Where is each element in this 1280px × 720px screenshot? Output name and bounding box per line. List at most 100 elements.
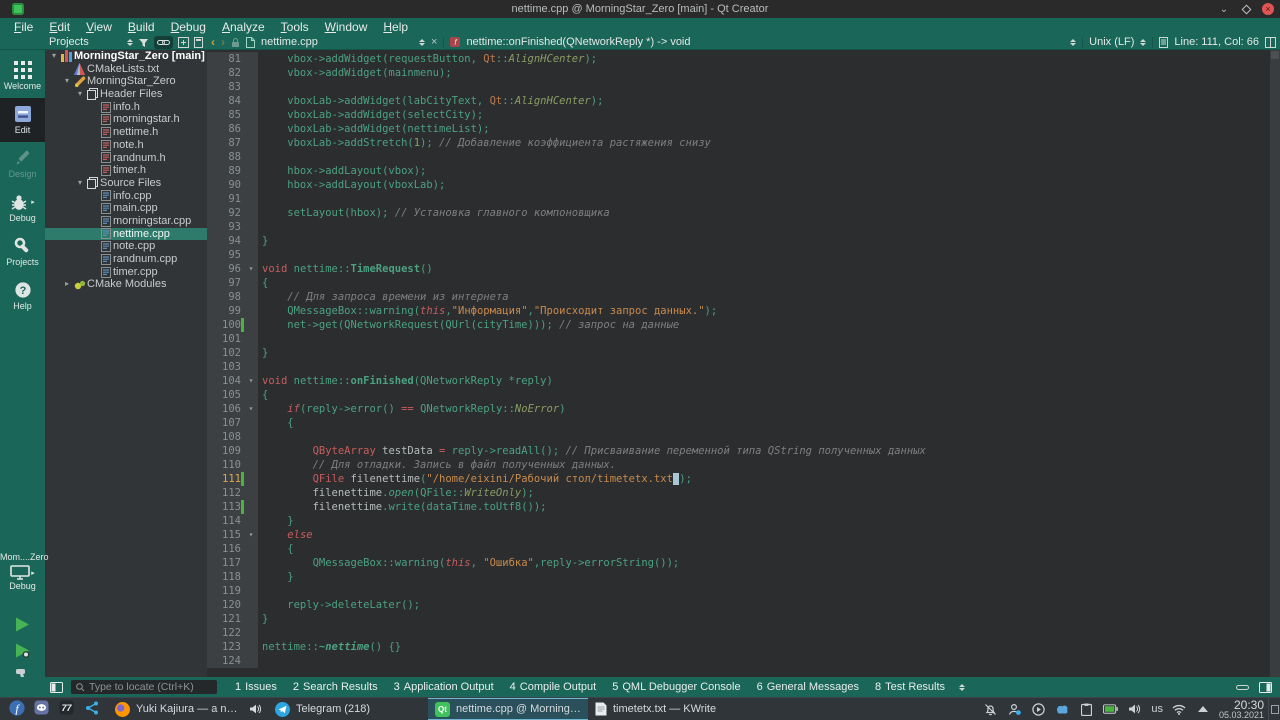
tree-item-randnum.h[interactable]: randnum.h — [45, 152, 207, 165]
fold-marker-icon[interactable]: ▾ — [244, 262, 258, 276]
symbol-dropdown-icon[interactable] — [1070, 38, 1077, 46]
weather-icon[interactable] — [1055, 702, 1070, 717]
code-line-106[interactable]: 106 ▾ if(reply->error() == QNetworkReply… — [207, 402, 1270, 416]
output-pane-test-results[interactable]: 8 Test Results — [867, 681, 953, 693]
volume-icon[interactable] — [1127, 702, 1142, 717]
kit-selector[interactable]: Mom....Zero ▸ Debug — [0, 552, 49, 591]
tree-item-nettime.cpp[interactable]: nettime.cpp — [45, 227, 207, 241]
user-switch-icon[interactable] — [1007, 702, 1022, 717]
go-back-button[interactable]: ‹ — [211, 35, 215, 49]
minimize-button[interactable]: ⌄ — [1218, 3, 1230, 15]
code-line-91[interactable]: 91 — [207, 192, 1270, 206]
tree-item-cmakelists.txt[interactable]: CMakeLists.txt — [45, 63, 207, 76]
code-line-108[interactable]: 108 — [207, 430, 1270, 444]
show-desktop-button[interactable] — [1268, 697, 1280, 720]
tree-item-note.cpp[interactable]: note.cpp — [45, 240, 207, 253]
code-line-112[interactable]: 112 filenettime.open(QFile::WriteOnly); — [207, 486, 1270, 500]
audio-playing-icon[interactable] — [249, 703, 261, 715]
tree-closed-arrow-icon[interactable]: ▸ — [62, 278, 72, 291]
code-line-102[interactable]: 102 } — [207, 346, 1270, 360]
tree-open-arrow-icon[interactable]: ▾ — [49, 50, 59, 63]
line-ending-dropdown-icon[interactable] — [1140, 38, 1147, 46]
split-editor-icon[interactable] — [1265, 36, 1276, 48]
code-line-88[interactable]: 88 — [207, 150, 1270, 164]
code-line-97[interactable]: 97 { — [207, 276, 1270, 290]
code-line-103[interactable]: 103 — [207, 360, 1270, 374]
code-line-85[interactable]: 85 vboxLab->addWidget(selectCity); — [207, 108, 1270, 122]
launcher-fedora[interactable]: f — [8, 699, 25, 718]
tree-item-main.cpp[interactable]: main.cpp — [45, 202, 207, 215]
task-qtcreator[interactable]: Qt nettime.cpp @ MorningStar_... — [428, 698, 588, 720]
output-pane-search-results[interactable]: 2 Search Results — [285, 681, 386, 693]
tree-item-morningstar-zero[interactable]: ▾ MorningStar_Zero — [45, 75, 207, 88]
code-line-105[interactable]: 105 { — [207, 388, 1270, 402]
menu-window[interactable]: Window — [317, 20, 376, 34]
menu-view[interactable]: View — [78, 20, 120, 34]
launcher-discord[interactable] — [33, 700, 50, 718]
mode-debug[interactable]: ▸ Debug — [0, 186, 45, 230]
output-pane-compile-output[interactable]: 4 Compile Output — [502, 681, 605, 693]
output-pane-qml-debugger-console[interactable]: 5 QML Debugger Console — [604, 681, 748, 693]
pane-selector[interactable]: Projects — [49, 36, 122, 48]
task-kwrite[interactable]: timetetx.txt — KWrite — [588, 698, 748, 720]
code-editor[interactable]: 81 vbox->addWidget(requestButton, Qt::Al… — [207, 50, 1280, 677]
output-pane-issues[interactable]: 1 Issues — [227, 681, 285, 693]
split-add-icon[interactable] — [178, 36, 189, 48]
tree-open-arrow-icon[interactable]: ▾ — [62, 75, 72, 88]
editor-scrollbar[interactable] — [1270, 50, 1280, 677]
close-button[interactable]: × — [1262, 3, 1274, 15]
tree-item-morningstar-zero-main-[interactable]: ▾ MorningStar_Zero [main] — [45, 50, 207, 63]
media-player-icon[interactable] — [1031, 702, 1046, 717]
code-line-89[interactable]: 89 hbox->addLayout(vbox); — [207, 164, 1270, 178]
menu-debug[interactable]: Debug — [163, 20, 214, 34]
menu-edit[interactable]: Edit — [41, 20, 78, 34]
document-dropdown-icon[interactable] — [419, 38, 425, 46]
close-document-button[interactable]: × — [431, 36, 437, 48]
tree-item-info.cpp[interactable]: info.cpp — [45, 190, 207, 203]
mode-edit[interactable]: Edit — [0, 98, 45, 142]
tree-item-timer.cpp[interactable]: timer.cpp — [45, 266, 207, 279]
fold-marker-icon[interactable]: ▾ — [244, 528, 258, 542]
fold-marker-icon[interactable]: ▾ — [244, 374, 258, 388]
menu-tools[interactable]: Tools — [273, 20, 317, 34]
code-line-113[interactable]: 113 filenettime.write(dataTime.toUtf8())… — [207, 500, 1270, 514]
code-line-109[interactable]: 109 QByteArray testData = reply->readAll… — [207, 444, 1270, 458]
launcher-seven7[interactable]: 77 — [58, 700, 75, 718]
output-pane-expand-icon[interactable] — [959, 683, 966, 691]
tree-open-arrow-icon[interactable]: ▾ — [75, 177, 85, 190]
toggle-right-sidebar-icon[interactable] — [1259, 681, 1272, 693]
code-line-114[interactable]: 114 } — [207, 514, 1270, 528]
build-progress-icon[interactable] — [1236, 683, 1249, 692]
fold-marker-icon[interactable]: ▾ — [244, 402, 258, 416]
code-line-101[interactable]: 101 — [207, 332, 1270, 346]
code-line-94[interactable]: 94 } — [207, 234, 1270, 248]
code-line-117[interactable]: 117 QMessageBox::warning(this, "Ошибка",… — [207, 556, 1270, 570]
code-line-98[interactable]: 98 // Для запроса времени из интернета — [207, 290, 1270, 304]
code-line-96[interactable]: 96 ▾ void nettime::TimeRequest() — [207, 262, 1270, 276]
expand-tray-icon[interactable] — [1196, 702, 1211, 717]
tree-item-morningstar.h[interactable]: morningstar.h — [45, 113, 207, 126]
filter-icon[interactable] — [138, 37, 149, 48]
code-line-95[interactable]: 95 — [207, 248, 1270, 262]
scrollbar-top-button[interactable] — [1271, 51, 1279, 59]
code-line-115[interactable]: 115 ▾ else — [207, 528, 1270, 542]
tree-item-morningstar.cpp[interactable]: morningstar.cpp — [45, 215, 207, 228]
output-pane-application-output[interactable]: 3 Application Output — [386, 681, 502, 693]
code-line-99[interactable]: 99 QMessageBox::warning(this,"Информация… — [207, 304, 1270, 318]
tree-item-source-files[interactable]: ▾ Source Files — [45, 177, 207, 190]
code-line-110[interactable]: 110 // Для отладки. Запись в файл получе… — [207, 458, 1270, 472]
line-ending-selector[interactable]: Unix (LF) — [1089, 36, 1134, 48]
run-debug-button[interactable] — [0, 642, 45, 664]
code-line-87[interactable]: 87 vboxLab->addStretch(1); // Добавление… — [207, 136, 1270, 150]
mode-projects[interactable]: Projects — [0, 230, 45, 274]
panel-icon[interactable] — [194, 36, 203, 48]
clock[interactable]: 20:30 05.03.2021 — [1219, 699, 1264, 720]
notifications-muted-icon[interactable] — [983, 702, 998, 717]
tree-item-nettime.h[interactable]: nettime.h — [45, 126, 207, 139]
tree-open-arrow-icon[interactable]: ▾ — [75, 88, 85, 101]
code-line-119[interactable]: 119 — [207, 584, 1270, 598]
clipboard-icon[interactable] — [1079, 702, 1094, 717]
code-line-118[interactable]: 118 } — [207, 570, 1270, 584]
locator-input[interactable]: Type to locate (Ctrl+K) — [71, 680, 217, 694]
tree-item-header-files[interactable]: ▾ Header Files — [45, 88, 207, 101]
